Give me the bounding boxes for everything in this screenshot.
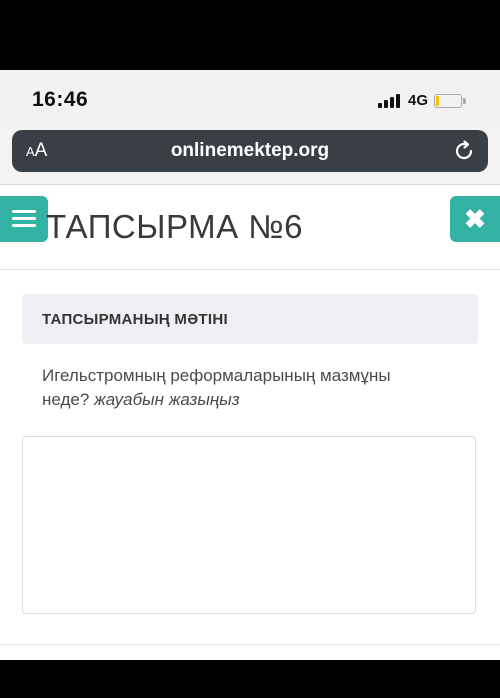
network-type: 4G [407, 92, 428, 109]
reload-icon[interactable] [452, 139, 476, 163]
battery-level [436, 95, 439, 106]
menu-button[interactable] [0, 196, 48, 242]
page-title: ТАПСЫРМА №6 [46, 208, 304, 245]
instruction-text: жауабын жазыңыз [94, 390, 240, 409]
status-indicators: 4G [377, 92, 466, 109]
divider [0, 184, 500, 185]
task-question: Игельстромның реформаларының мазмұны нед… [42, 364, 442, 412]
close-button[interactable]: ✖ [450, 196, 500, 242]
hamburger-icon [12, 210, 36, 228]
task-section-header: ТАПСЫРМАНЫҢ МӘТІНІ [22, 294, 478, 344]
phone-screen: 16:46 4G AA onlinemektep.org ТАПСЫРМА №6… [0, 70, 500, 660]
status-time: 16:46 [32, 88, 89, 111]
answer-textarea[interactable] [22, 436, 476, 614]
signal-strength-icon [377, 93, 402, 108]
close-icon: ✖ [464, 203, 486, 234]
battery-icon [434, 93, 466, 108]
status-bar: 16:46 4G [0, 70, 500, 128]
browser-address-bar[interactable]: AA onlinemektep.org [12, 130, 488, 172]
url-text[interactable]: onlinemektep.org [12, 140, 488, 162]
task-section-label: ТАПСЫРМАНЫҢ МӘТІНІ [42, 311, 228, 328]
divider [0, 644, 500, 645]
divider [0, 269, 500, 270]
